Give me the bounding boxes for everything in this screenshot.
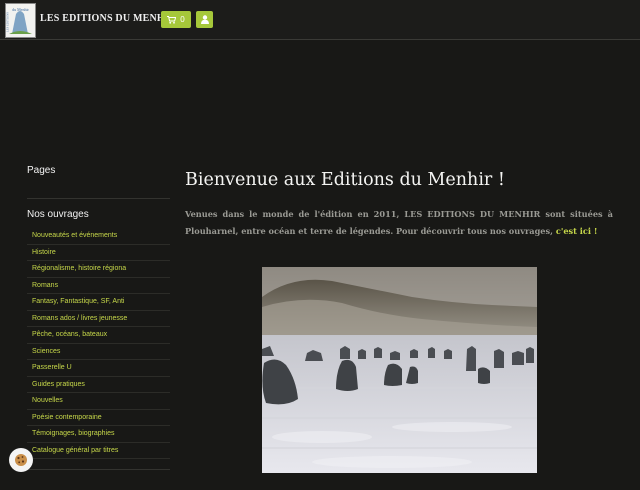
cookie-icon [15, 454, 27, 466]
menhir-logo-icon: du Menhir LES EDITIONS [6, 7, 32, 34]
svg-text:LES EDITIONS: LES EDITIONS [6, 12, 10, 32]
category-item[interactable]: Guides pratiques [27, 377, 170, 393]
catalogue-link[interactable]: c'est ici ! [556, 226, 598, 236]
page-title: Bienvenue aux Editions du Menhir ! [185, 170, 505, 190]
category-item[interactable]: Pêche, océans, bateaux [27, 327, 170, 344]
top-bar: du Menhir LES EDITIONS LES EDITIONS DU M… [0, 0, 640, 40]
ouvrages-heading: Nos ouvrages [27, 209, 89, 220]
category-item[interactable]: Régionalisme, histoire régiona [27, 261, 170, 278]
pages-heading: Pages [27, 165, 170, 199]
snow-menhirs-image [262, 267, 537, 473]
category-item[interactable]: Romans [27, 278, 170, 294]
site-title[interactable]: LES EDITIONS DU MENHIR [40, 13, 176, 24]
category-item[interactable]: Nouveautés et événements [27, 228, 170, 245]
shopping-cart-icon [167, 15, 177, 24]
category-item[interactable]: Fantasy, Fantastique, SF, Anti [27, 294, 170, 311]
intro-paragraph: Venues dans le monde de l'édition en 201… [185, 206, 613, 240]
cookie-button[interactable] [9, 448, 33, 472]
category-item[interactable]: Nouvelles [27, 393, 170, 410]
category-item[interactable]: Sciences [27, 344, 170, 360]
cart-button[interactable]: 0 [161, 11, 191, 28]
category-item[interactable]: Passerelle U [27, 360, 170, 377]
account-button[interactable] [196, 11, 213, 28]
category-item[interactable]: Catalogue général par titres [27, 443, 170, 459]
main-content: Bienvenue aux Editions du Menhir ! Venue… [185, 170, 613, 248]
cart-count: 0 [180, 15, 185, 24]
menhir-photo [262, 267, 537, 473]
category-item[interactable]: Romans ados / livres jeunesse [27, 311, 170, 327]
intro-text: Venues dans le monde de l'édition en 201… [185, 209, 613, 236]
category-item[interactable]: Poésie contemporaine [27, 410, 170, 426]
category-item[interactable]: Histoire [27, 245, 170, 261]
category-list: Nouveautés et événements Histoire Région… [27, 228, 170, 459]
sidebar: Pages Nos ouvrages Nouveautés et événeme… [27, 165, 170, 490]
user-icon [200, 15, 209, 24]
svg-text:du Menhir: du Menhir [12, 7, 29, 12]
site-logo[interactable]: du Menhir LES EDITIONS [5, 3, 36, 38]
category-item[interactable]: Témoignages, biographies [27, 426, 170, 443]
